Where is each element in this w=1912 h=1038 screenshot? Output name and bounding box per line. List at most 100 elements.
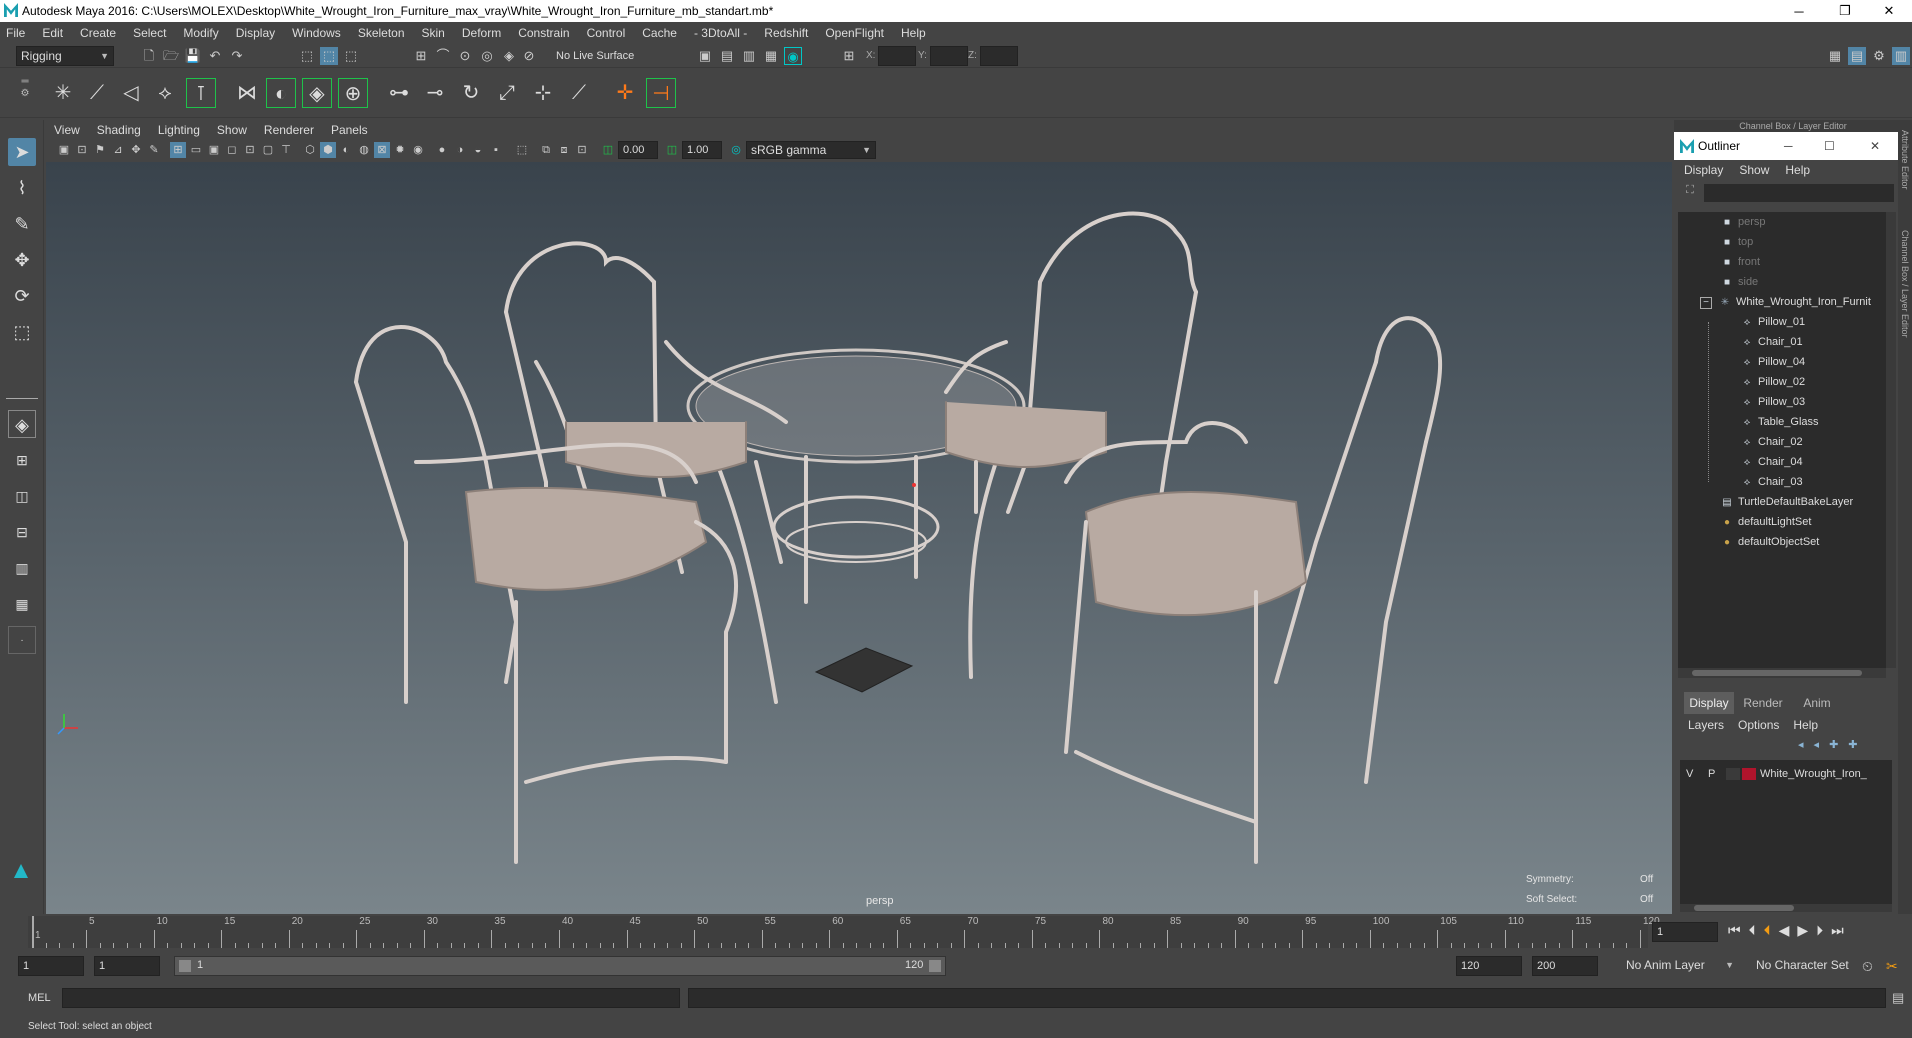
transform-input-icon[interactable]: ⊞	[840, 47, 858, 65]
film-gate-icon[interactable]: ▭	[188, 142, 204, 158]
vp-menu-lighting[interactable]: Lighting	[158, 123, 200, 137]
outliner-item-pillow-04[interactable]: ⟡ Pillow_04	[1678, 352, 1886, 372]
xray-joints-icon[interactable]: ⧈	[556, 142, 572, 158]
collapse-icon[interactable]: −	[1700, 297, 1712, 309]
snap-view-plane-icon[interactable]: ◎	[478, 47, 496, 65]
grease-pencil-icon[interactable]: ✎	[146, 142, 162, 158]
snap-curve-icon[interactable]: ⌒	[434, 47, 452, 65]
xray-icon[interactable]: ⧉	[538, 142, 554, 158]
outliner-menu-display[interactable]: Display	[1684, 163, 1723, 177]
ambient-occlusion-icon[interactable]: ●	[434, 142, 450, 158]
menu-cache[interactable]: Cache	[642, 26, 677, 40]
ik-handle-icon[interactable]: ⟋	[82, 78, 112, 108]
anti-aliasing-icon[interactable]: ◒	[470, 142, 486, 158]
outliner-horizontal-scrollbar[interactable]	[1678, 668, 1886, 678]
undo-icon[interactable]: ↶	[206, 47, 224, 65]
rotate-tool-icon[interactable]: ⟳	[8, 282, 36, 310]
four-pane-layout-icon[interactable]: ⊞	[8, 446, 36, 474]
outliner-menu-show[interactable]: Show	[1739, 163, 1769, 177]
image-plane-icon[interactable]: ⊿	[110, 142, 126, 158]
outliner-filter-icon[interactable]: ⛶	[1682, 184, 1698, 200]
new-layer-selected-icon[interactable]: ✚	[1848, 738, 1857, 751]
ipr-render-icon[interactable]: ▥	[740, 47, 758, 65]
outliner-minimize-button[interactable]: ─	[1784, 132, 1793, 160]
lasso-tool-icon[interactable]: ⌇	[8, 174, 36, 202]
xray-components-icon[interactable]: ⊡	[574, 142, 590, 158]
use-all-lights-icon[interactable]: ✹	[392, 142, 408, 158]
layer-name[interactable]: White_Wrought_Iron_	[1760, 764, 1867, 784]
move-tool-icon[interactable]: ✥	[8, 246, 36, 274]
outliner-item-side[interactable]: ■ side	[1678, 272, 1886, 292]
outliner-menu-help[interactable]: Help	[1785, 163, 1810, 177]
grid-toggle-icon[interactable]: ⊞	[170, 142, 186, 158]
vp-menu-show[interactable]: Show	[217, 123, 247, 137]
y-field[interactable]	[930, 46, 968, 66]
script-editor-icon[interactable]: ▤	[1892, 990, 1904, 1006]
menu-display[interactable]: Display	[236, 26, 275, 40]
outliner-item-turtle-bake-layer[interactable]: ▤ TurtleDefaultBakeLayer	[1678, 492, 1886, 512]
graph-persp-layout-icon[interactable]: ▥	[8, 554, 36, 582]
menu-file[interactable]: File	[6, 26, 25, 40]
color-management-icon[interactable]: ◎	[728, 142, 744, 158]
current-time-indicator[interactable]	[32, 916, 34, 948]
outliner-item-chair-02[interactable]: ⟡ Chair_02	[1678, 432, 1886, 452]
lattice-icon[interactable]: ◈	[302, 78, 332, 108]
vp-menu-renderer[interactable]: Renderer	[264, 123, 314, 137]
animation-start-field[interactable]: 1	[18, 956, 84, 976]
time-ruler[interactable]: 1 5 10 15 20 25 30 35 40 45 50 55 60 65 70 75 80 85 90 95 10…	[28, 916, 1660, 948]
menu-skin[interactable]: Skin	[422, 26, 445, 40]
menu-deform[interactable]: Deform	[462, 26, 501, 40]
exposure-field[interactable]: 0.00	[618, 141, 658, 159]
mel-label[interactable]: MEL	[28, 992, 51, 1004]
ik-spline-icon[interactable]: ◁	[116, 78, 146, 108]
channel-box-toggle-icon[interactable]: ▥	[1892, 47, 1910, 65]
camera-attributes-icon[interactable]: ▣	[56, 142, 72, 158]
menu-select[interactable]: Select	[133, 26, 166, 40]
wireframe-on-shaded-icon[interactable]: ◍	[356, 142, 372, 158]
step-back-frame-icon[interactable]: ⏴	[1764, 922, 1771, 939]
new-layer-icon[interactable]: ✚	[1829, 738, 1838, 751]
minimize-button[interactable]: ─	[1776, 0, 1822, 22]
gate-mask-icon[interactable]: ◻	[224, 142, 240, 158]
ik-fk-switch-icon[interactable]: ⊣	[646, 78, 676, 108]
vp-menu-shading[interactable]: Shading	[97, 123, 141, 137]
render-settings-icon[interactable]: ▣	[696, 47, 714, 65]
textured-icon[interactable]: ⊠	[374, 142, 390, 158]
pole-vector-icon[interactable]: ⟋	[564, 78, 594, 108]
close-button[interactable]: ✕	[1866, 0, 1912, 22]
range-slider[interactable]: 1 120	[174, 956, 946, 976]
open-scene-icon[interactable]: 🗁	[162, 47, 180, 65]
motion-blur-icon[interactable]: ◑	[452, 142, 468, 158]
outliner-item-chair-01[interactable]: ⟡ Chair_01	[1678, 332, 1886, 352]
outliner-item-pillow-03[interactable]: ⟡ Pillow_03	[1678, 392, 1886, 412]
vp-menu-panels[interactable]: Panels	[331, 123, 368, 137]
menu-openflight[interactable]: OpenFlight	[825, 26, 884, 40]
gamma-field[interactable]: 1.00	[682, 141, 722, 159]
menu-create[interactable]: Create	[80, 26, 116, 40]
side-by-side-layout-icon[interactable]: ◫	[8, 482, 36, 510]
menu-skeleton[interactable]: Skeleton	[358, 26, 405, 40]
single-pane-layout-icon[interactable]: ◈	[8, 410, 36, 438]
modeling-toolkit-icon[interactable]: ▦	[1826, 47, 1844, 65]
scale-constraint-icon[interactable]: ⤢	[492, 78, 522, 108]
outliner-item-default-light-set[interactable]: ● defaultLightSet	[1678, 512, 1886, 532]
play-backward-icon[interactable]: ◀	[1779, 922, 1790, 939]
select-component-icon[interactable]: ⬚	[342, 47, 360, 65]
range-start-handle[interactable]	[179, 960, 191, 972]
cluster-icon[interactable]: ⋈	[232, 78, 262, 108]
move-layer-down-icon[interactable]: ◂	[1814, 738, 1820, 751]
play-forward-icon[interactable]: ▶	[1797, 922, 1808, 939]
perspective-viewport[interactable]: persp Symmetry: Off Soft Select: Off	[46, 162, 1672, 914]
tab-anim[interactable]: Anim	[1792, 692, 1842, 714]
point-constraint-icon[interactable]: ⊸	[420, 78, 450, 108]
go-to-start-icon[interactable]: ⏮	[1728, 922, 1741, 939]
go-to-end-icon[interactable]: ⏭	[1831, 922, 1844, 939]
outliner-item-default-object-set[interactable]: ● defaultObjectSet	[1678, 532, 1886, 552]
menu-constrain[interactable]: Constrain	[518, 26, 569, 40]
two-d-pan-icon[interactable]: ✥	[128, 142, 144, 158]
shelf-menu-icon[interactable]: ═ ⚙	[20, 76, 30, 112]
time-slider[interactable]: 1 5 10 15 20 25 30 35 40 45 50 55 60 65 70 75 80 85 90 95 10…	[0, 914, 1912, 950]
auto-key-icon[interactable]: ⏲	[1862, 958, 1873, 975]
menu-modify[interactable]: Modify	[183, 26, 218, 40]
layer-reference-toggle[interactable]	[1726, 768, 1740, 780]
